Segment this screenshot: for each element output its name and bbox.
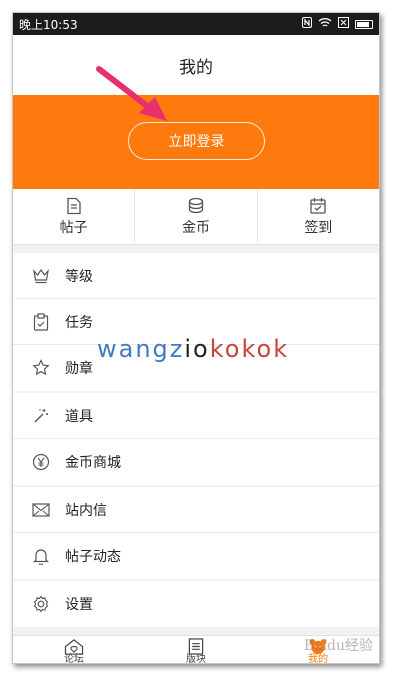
status-time: 晚上10:53 — [19, 17, 78, 32]
tab-mine-label: 我的 — [308, 654, 328, 664]
stat-posts-label: 帖子 — [59, 219, 88, 236]
menu-item-tasks-label: 任务 — [65, 314, 93, 331]
no-sim-icon — [338, 17, 349, 31]
magic-wand-icon — [31, 406, 51, 426]
menu-group-items: 道具 金币商城 — [13, 393, 379, 485]
menu-item-props[interactable]: 道具 — [13, 393, 379, 439]
clipboard-icon — [31, 312, 51, 332]
menu-item-coin-mall[interactable]: 金币商城 — [13, 439, 379, 485]
menu-item-post-updates[interactable]: 帖子动态 — [13, 533, 379, 579]
crown-icon — [31, 266, 51, 286]
tab-sections[interactable]: 版块 — [135, 636, 257, 664]
nfc-icon — [302, 17, 312, 31]
battery-icon — [355, 19, 373, 29]
bottom-tab-bar: 论坛 版块 我的 — [13, 635, 379, 664]
coins-icon — [188, 197, 204, 213]
menu-item-settings-label: 设置 — [65, 597, 93, 613]
status-icons — [302, 17, 373, 31]
wifi-icon — [318, 17, 332, 31]
menu-group-settings: 设置 — [13, 581, 379, 627]
phone-screen: 晚上10:53 我的 立即登录 帖子 金币 签到 等级 任务 勋章 道具 金币商… — [12, 12, 380, 664]
tab-forum-label: 论坛 — [64, 654, 84, 664]
menu-item-post-updates-label: 帖子动态 — [65, 549, 121, 565]
calendar-check-icon — [310, 197, 326, 214]
page-header: 我的 — [13, 35, 379, 95]
menu-group-profile: 等级 任务 勋章 — [13, 253, 379, 391]
stat-checkin-label: 签到 — [304, 219, 333, 236]
medal-icon — [31, 358, 51, 378]
menu-item-level[interactable]: 等级 — [13, 253, 379, 299]
menu-item-level-label: 等级 — [65, 268, 93, 285]
tab-forum[interactable]: 论坛 — [13, 636, 135, 664]
menu-item-badges[interactable]: 勋章 — [13, 345, 379, 391]
document-icon — [67, 197, 81, 214]
gear-icon — [31, 594, 51, 614]
bell-icon — [31, 546, 51, 566]
stat-coins[interactable]: 金币 — [135, 189, 258, 244]
heart-house-icon — [64, 639, 84, 655]
status-bar: 晚上10:53 — [13, 13, 379, 35]
yen-coin-icon — [31, 452, 51, 472]
menu-item-settings[interactable]: 设置 — [13, 581, 379, 627]
menu-item-tasks[interactable]: 任务 — [13, 299, 379, 345]
bear-icon — [309, 638, 327, 655]
menu-item-props-label: 道具 — [65, 408, 93, 425]
menu-item-inbox-label: 站内信 — [65, 502, 107, 519]
menu-group-messages: 站内信 帖子动态 — [13, 487, 379, 579]
list-icon — [188, 638, 204, 655]
stat-posts[interactable]: 帖子 — [13, 189, 136, 244]
tab-sections-label: 版块 — [186, 654, 206, 664]
menu-item-coin-mall-label: 金币商城 — [65, 455, 121, 471]
menu-item-inbox[interactable]: 站内信 — [13, 487, 379, 533]
stat-checkin[interactable]: 签到 — [258, 189, 379, 244]
pointer-arrow-icon — [96, 66, 167, 121]
menu-item-badges-label: 勋章 — [65, 361, 93, 377]
tab-mine[interactable]: 我的 — [257, 636, 379, 664]
login-banner: 立即登录 — [13, 95, 379, 189]
page-title: 我的 — [179, 57, 213, 78]
envelope-icon — [31, 500, 51, 520]
stats-row: 帖子 金币 签到 — [13, 189, 379, 245]
stat-coins-label: 金币 — [181, 219, 210, 236]
